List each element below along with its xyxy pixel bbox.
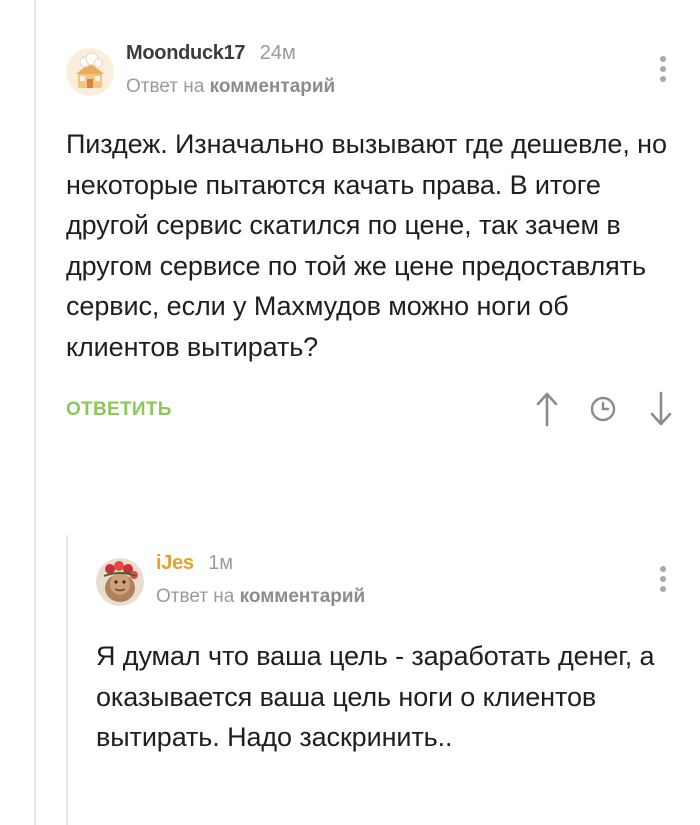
author-name[interactable]: Moonduck17: [126, 42, 246, 64]
comment-text: Я думал что ваша цель - заработать денег…: [96, 641, 655, 752]
comment-reply: iJes 1м Ответ на комментарий Я думал что…: [96, 550, 676, 758]
comment: Moonduck17 24м Ответ на комментарий Пизд…: [66, 40, 676, 439]
reply-to-prefix: Ответ на: [156, 586, 235, 607]
comment-text: Пиздеж. Изначально вызывают где дешевле,…: [66, 129, 667, 362]
thread-line-nested[interactable]: [66, 535, 68, 825]
author-name[interactable]: iJes: [156, 552, 194, 574]
comment-time: 24м: [259, 42, 296, 64]
avatar[interactable]: [96, 558, 144, 606]
avatar[interactable]: [66, 48, 114, 96]
arrow-down-icon[interactable]: [646, 389, 676, 429]
arrow-up-icon[interactable]: [532, 389, 562, 429]
more-vertical-icon[interactable]: [656, 562, 670, 596]
reply-button[interactable]: ОТВЕТИТЬ: [66, 399, 172, 421]
reply-to-link[interactable]: комментарий: [210, 76, 336, 97]
reply-to-link[interactable]: комментарий: [240, 586, 366, 607]
comment-header: iJes 1м Ответ на комментарий: [96, 550, 676, 618]
thread-line[interactable]: [34, 0, 36, 825]
reply-to-prefix: Ответ на: [126, 76, 205, 97]
comments-thread: Moonduck17 24м Ответ на комментарий Пизд…: [0, 0, 700, 825]
comment-header: Moonduck17 24м Ответ на комментарий: [66, 40, 676, 108]
reply-to: Ответ на комментарий: [126, 76, 335, 98]
more-vertical-icon[interactable]: [656, 52, 670, 86]
clock-icon[interactable]: [588, 389, 618, 429]
comment-time: 1м: [208, 552, 234, 574]
comment-actions: ОТВЕТИТЬ: [66, 389, 676, 439]
reply-to: Ответ на комментарий: [156, 586, 365, 608]
